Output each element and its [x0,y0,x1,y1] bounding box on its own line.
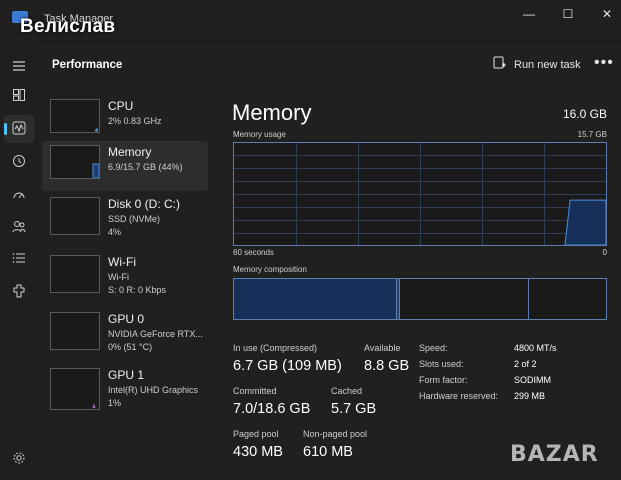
perf-item-wifi[interactable]: Wi-Fi Wi-Fi S: 0 R: 0 Kbps [42,251,208,301]
page-title: Performance [52,59,123,71]
cpu-thumbnail-graph [50,99,100,133]
run-task-icon [493,56,506,69]
slots-used-value: 2 of 2 [514,359,537,369]
memory-usage-graph [233,142,607,246]
bazar-watermark: BAZAR [510,442,599,467]
perf-item-name: Disk 0 (D: C:) [108,197,180,211]
graph-time-end: 0 [602,248,607,257]
memory-detail-panel: Memory 16.0 GB Memory usage 15.7 GB 60 s… [218,86,621,480]
perf-item-name: CPU [108,99,134,113]
hardware-reserved-label: Hardware reserved: [419,391,499,401]
more-options-icon[interactable]: ••• [594,54,614,72]
composition-modified [397,279,399,319]
gpu1-thumbnail-graph [50,368,100,410]
app-history-icon[interactable] [4,148,34,176]
perf-item-gpu1[interactable]: GPU 1 Intel(R) UHD Graphics 1% [42,364,208,414]
cached-label: Cached [331,386,363,396]
startup-apps-icon[interactable] [4,181,34,209]
memory-usage-label: Memory usage [233,130,286,139]
performance-sidebar: CPU 2% 0.83 GHz Memory 6.9/15.7 GB (44%)… [38,86,218,480]
processes-icon[interactable] [4,82,34,110]
paged-pool-value: 430 MB [233,444,283,460]
page-header: Performance Run new task ••• [38,44,621,86]
memory-composition-bar [233,278,607,320]
perf-item-name: GPU 1 [108,368,145,382]
non-paged-pool-value: 610 MB [303,444,353,460]
perf-item-detail: 6.9/15.7 GB (44%) [108,162,183,172]
details-icon[interactable] [4,245,34,273]
hardware-reserved-value: 299 MB [514,391,546,401]
available-label: Available [364,343,401,353]
committed-value: 7.0/18.6 GB [233,401,311,417]
perf-item-name: Wi-Fi [108,255,136,269]
gpu0-thumbnail-graph [50,312,100,350]
overlay-username-text: Велислав [20,16,116,37]
memory-composition-label: Memory composition [233,265,307,274]
cached-value: 5.7 GB [331,401,377,417]
run-new-task-label: Run new task [514,59,581,71]
perf-item-detail: SSD (NVMe) [108,214,161,224]
users-icon[interactable] [4,213,34,241]
minimize-button[interactable]: — [511,4,547,24]
perf-item-memory[interactable]: Memory 6.9/15.7 GB (44%) [42,141,208,191]
memory-usage-max: 15.7 GB [577,130,607,139]
perf-item-detail: 2% 0.83 GHz [108,116,162,126]
close-button[interactable]: ✕ [589,4,621,24]
performance-icon[interactable] [4,115,34,143]
disk-thumbnail-graph [50,197,100,235]
perf-item-cpu[interactable]: CPU 2% 0.83 GHz [42,95,208,145]
committed-label: Committed [233,386,277,396]
non-paged-pool-label: Non-paged pool [303,429,368,439]
available-value: 8.8 GB [364,358,410,374]
form-factor-label: Form factor: [419,375,468,385]
in-use-label: In use (Compressed) [233,343,318,353]
perf-item-detail: Intel(R) UHD Graphics [108,385,199,395]
speed-value: 4800 MT/s [514,343,557,353]
speed-label: Speed: [419,343,448,353]
hamburger-menu-icon[interactable] [4,53,34,81]
maximize-button[interactable]: ☐ [550,4,586,24]
perf-item-usage: 4% [108,227,122,237]
composition-in-use [234,279,396,319]
perf-item-usage: 1% [108,398,122,408]
memory-heading: Memory [232,100,312,125]
perf-item-gpu0[interactable]: GPU 0 NVIDIA GeForce RTX... 0% (51 °C) [42,308,208,358]
form-factor-value: SODIMM [514,375,551,385]
in-use-value: 6.7 GB (109 MB) [233,358,342,374]
perf-item-name: Memory [108,145,152,159]
graph-time-start: 60 seconds [233,248,274,257]
perf-item-disk[interactable]: Disk 0 (D: C:) SSD (NVMe) 4% [42,193,208,243]
perf-item-usage: 0% (51 °C) [108,342,153,352]
memory-thumbnail-graph [50,145,100,179]
slots-used-label: Slots used: [419,359,464,369]
memory-total: 16.0 GB [562,107,607,121]
perf-item-throughput: S: 0 R: 0 Kbps [108,285,167,295]
left-navigation [0,40,38,480]
perf-item-name: GPU 0 [108,312,145,326]
paged-pool-label: Paged pool [233,429,279,439]
perf-item-detail: Wi-Fi [108,272,129,282]
memory-usage-area [564,199,607,246]
settings-icon[interactable] [4,445,34,473]
services-icon[interactable] [4,278,34,306]
perf-item-detail: NVIDIA GeForce RTX... [108,329,203,339]
wifi-thumbnail-graph [50,255,100,293]
